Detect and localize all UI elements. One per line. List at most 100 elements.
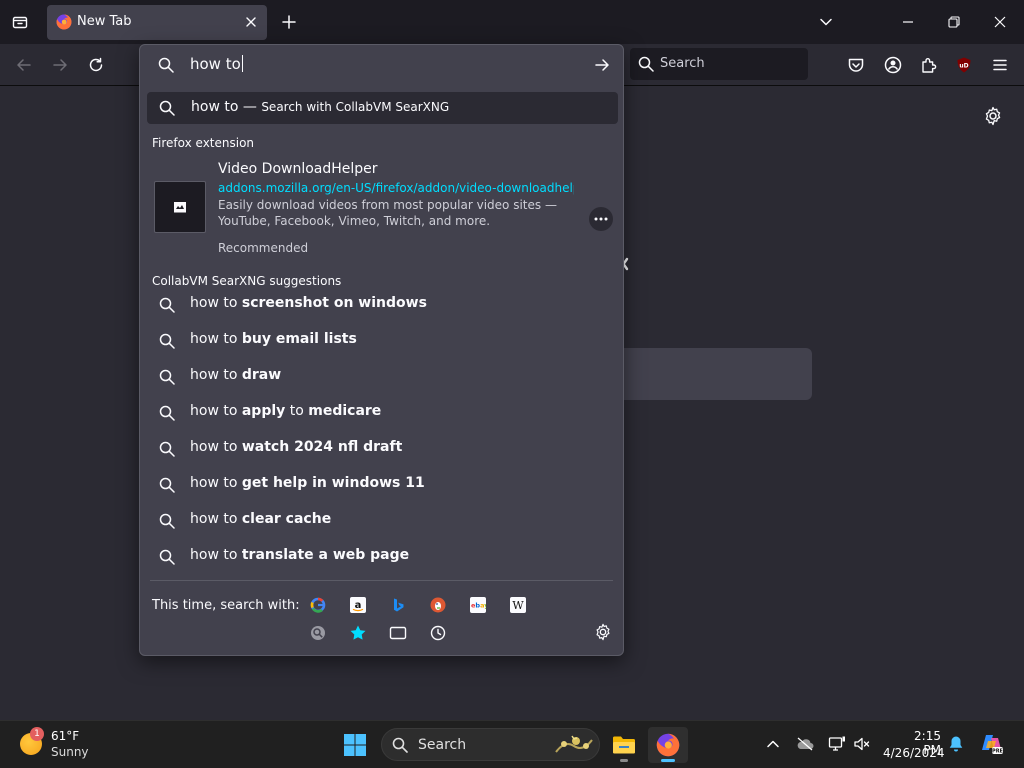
weather-temperature: 61°F — [51, 729, 80, 743]
close-icon — [246, 17, 256, 27]
recommended-label: Recommended — [218, 241, 309, 255]
more-options-icon — [594, 217, 608, 221]
windows-logo-icon — [344, 734, 366, 756]
account-button[interactable] — [883, 55, 903, 75]
duckduckgo-icon[interactable] — [428, 595, 448, 615]
search-bar-placeholder: Search — [660, 56, 705, 71]
tab-overflow-button[interactable] — [816, 12, 836, 32]
reload-button[interactable] — [86, 55, 106, 75]
svg-text:a: a — [355, 600, 362, 611]
ebay-icon[interactable]: ebay — [468, 595, 488, 615]
extensions-button[interactable] — [919, 55, 939, 75]
ublock-origin-button[interactable]: uD — [954, 55, 974, 75]
search-icon — [159, 441, 175, 457]
search-suggestion[interactable]: how to clear cache — [140, 503, 623, 539]
arrow-left-icon — [17, 59, 31, 71]
active-indicator — [661, 759, 675, 762]
address-bar-results-panel: how to how to — Search with CollabVM Sea… — [139, 44, 624, 656]
google-icon[interactable] — [308, 595, 328, 615]
page-settings-button[interactable] — [983, 106, 1003, 126]
search-highlight-icon — [555, 735, 593, 753]
page-search-box[interactable] — [600, 348, 812, 400]
bookmarks-icon[interactable] — [348, 623, 368, 643]
search-suggestion[interactable]: how to watch 2024 nfl draft — [140, 431, 623, 467]
address-bar-input[interactable]: how to — [190, 55, 243, 73]
volume-tray-icon[interactable] — [853, 735, 871, 753]
tab-new-tab[interactable]: New Tab — [47, 5, 267, 40]
search-bar[interactable]: Search — [630, 48, 808, 80]
search-suggestion[interactable]: how to get help in windows 11 — [140, 467, 623, 503]
history-icon[interactable] — [428, 623, 448, 643]
minimize-icon — [903, 21, 913, 23]
search-suggestion[interactable]: how to screenshot on windows — [140, 287, 623, 323]
suggestion-text: how to clear cache — [190, 511, 332, 527]
taskbar-search-label: Search — [418, 737, 467, 753]
search-icon — [159, 405, 175, 421]
tab-list-icon — [12, 16, 28, 29]
search-icon — [159, 297, 175, 313]
restore-icon — [948, 16, 960, 28]
svg-text:uD: uD — [959, 63, 968, 70]
search-icon — [158, 57, 174, 73]
result-menu-button[interactable] — [589, 207, 613, 231]
taskbar-search-box[interactable]: Search — [381, 728, 600, 761]
pocket-icon — [848, 58, 864, 72]
amazon-icon[interactable]: a — [348, 595, 368, 615]
heuristic-result-text: how to — Search with CollabVM SearXNG — [191, 99, 450, 115]
search-settings-button[interactable] — [594, 623, 612, 641]
search-suggestion[interactable]: how to draw — [140, 359, 623, 395]
extension-suggestion[interactable]: Video DownloadHelper addons.mozilla.org/… — [140, 157, 623, 261]
copilot-icon: PRE — [982, 735, 1004, 755]
puzzle-icon — [922, 58, 937, 73]
close-tab-button[interactable] — [244, 15, 258, 29]
group-label-firefox-extension: Firefox extension — [152, 136, 255, 150]
plus-icon — [282, 15, 296, 29]
minimize-button[interactable] — [898, 12, 918, 32]
file-explorer-taskbar-button[interactable] — [604, 727, 644, 763]
tabs-icon[interactable] — [388, 623, 408, 643]
list-all-tabs-button[interactable] — [8, 11, 32, 33]
svg-text:W: W — [512, 599, 524, 612]
chevron-down-icon — [820, 18, 832, 26]
search-suggestion[interactable]: how to translate a web page — [140, 539, 623, 575]
start-button[interactable] — [343, 733, 367, 757]
app-menu-button[interactable] — [990, 55, 1010, 75]
pocket-button[interactable] — [846, 55, 866, 75]
close-icon — [994, 16, 1006, 28]
firefox-icon — [656, 733, 680, 757]
windows-taskbar: 1 61°F Sunny Search 2:15 PM 4/26/2024 PR… — [0, 720, 1024, 768]
onedrive-tray-icon[interactable] — [796, 735, 814, 753]
cloud-off-icon — [797, 737, 814, 751]
extension-url[interactable]: addons.mozilla.org/en-US/firefox/addon/v… — [218, 181, 574, 195]
notifications-button[interactable] — [947, 735, 965, 753]
restore-button[interactable] — [944, 12, 964, 32]
search-suggestion[interactable]: how to apply to medicare — [140, 395, 623, 431]
heuristic-search-result[interactable]: how to — Search with CollabVM SearXNG — [147, 92, 618, 124]
network-tray-icon[interactable] — [828, 735, 846, 753]
go-button[interactable] — [594, 57, 610, 73]
searxng-icon[interactable] — [308, 623, 328, 643]
svg-text:PRE: PRE — [992, 749, 1004, 755]
bing-icon[interactable] — [388, 595, 408, 615]
suggestion-text: how to apply to medicare — [190, 403, 382, 419]
address-bar[interactable]: how to — [140, 45, 623, 85]
forward-button[interactable] — [50, 55, 70, 75]
suggestion-text: how to buy email lists — [190, 331, 357, 347]
wikipedia-icon[interactable]: W — [508, 595, 528, 615]
back-button[interactable] — [14, 55, 34, 75]
suggestion-text: how to screenshot on windows — [190, 295, 427, 311]
show-hidden-icons-button[interactable] — [764, 735, 782, 753]
bell-icon — [949, 736, 963, 752]
search-icon — [392, 737, 408, 753]
extension-title: Video DownloadHelper — [218, 161, 378, 177]
running-indicator — [620, 759, 628, 762]
copilot-button[interactable]: PRE — [980, 732, 1004, 756]
arrow-right-icon — [53, 59, 67, 71]
extension-description: Easily download videos from most popular… — [218, 198, 557, 228]
arrow-right-icon — [595, 59, 609, 71]
search-suggestion[interactable]: how to buy email lists — [140, 323, 623, 359]
close-window-button[interactable] — [990, 12, 1010, 32]
monitor-network-icon — [828, 736, 845, 751]
firefox-taskbar-button[interactable] — [648, 727, 688, 763]
new-tab-button[interactable] — [280, 13, 298, 31]
